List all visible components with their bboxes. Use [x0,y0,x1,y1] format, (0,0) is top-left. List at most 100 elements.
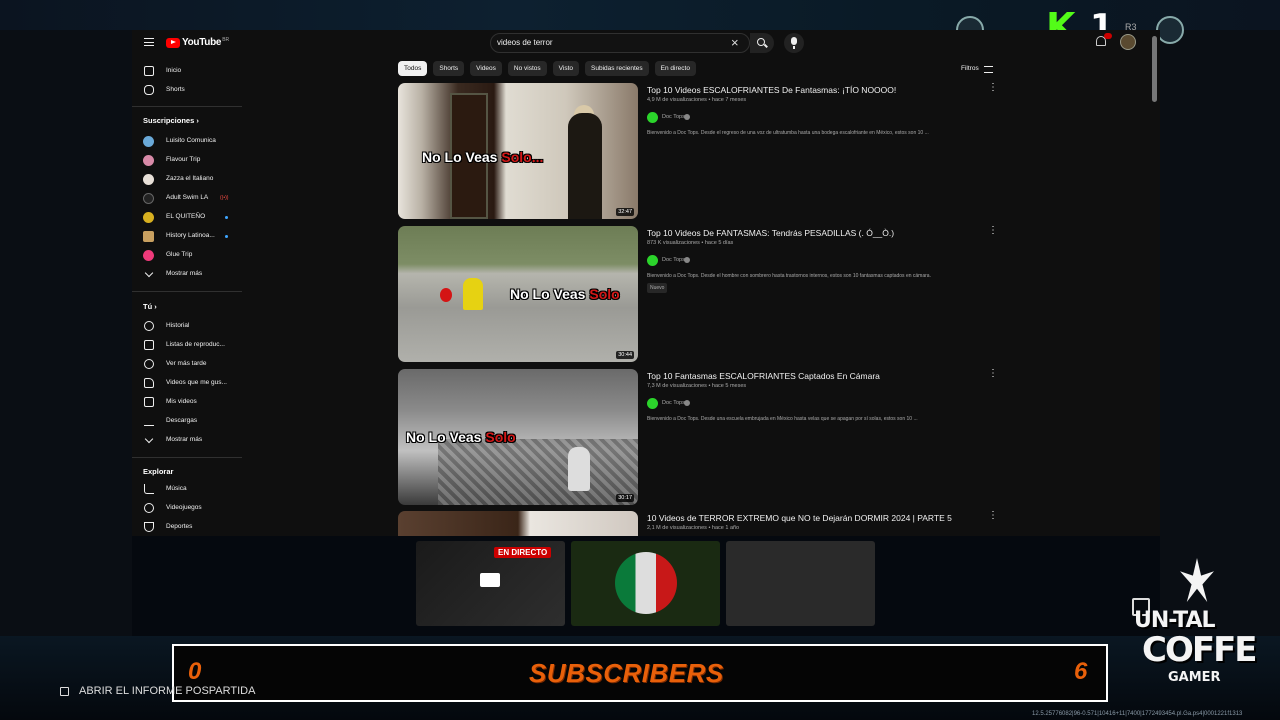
sidebar-item-playlists[interactable]: Listas de reproduc... [132,336,242,354]
new-content-dot [225,216,228,219]
subscription-item[interactable]: EL QUITEÑO [132,208,242,226]
verified-icon [684,114,690,120]
subscription-item[interactable]: History Latinoa... [132,227,242,245]
video-result[interactable]: No Lo Veas Solo 30:44 Top 10 Videos De F… [398,226,998,362]
subscription-item[interactable]: Adult Swim LA ((•)) [132,189,242,207]
video-thumbnail[interactable]: No Lo Veas Solo 30:17 [398,369,638,505]
video-result[interactable]: No Lo Veas Solo 30:17 Top 10 Fantasmas E… [398,369,998,505]
video-result[interactable]: 10 Videos de TERROR EXTREMO que NO te De… [398,511,998,536]
sidebar-item-sports[interactable]: Deportes [132,518,242,536]
mexico-emblem-icon [615,552,677,614]
filters-icon[interactable] [984,66,993,73]
more-options-icon[interactable]: ⋮ [988,226,998,236]
voice-search-button[interactable] [784,33,804,53]
profile-card[interactable] [571,541,720,626]
subscriptions-header[interactable]: Suscripciones › [143,116,199,125]
chip-shorts[interactable]: Shorts [433,61,465,76]
post-match-report-button[interactable]: ABRIR EL INFORME POSPARTIDA [79,685,255,697]
sidebar-item-gaming[interactable]: Videojuegos [132,499,242,517]
subscription-item[interactable]: Luisito Comunica [132,132,242,150]
build-version-text: 12.5.25776082|96-0.571|10416+11|7400|177… [1032,711,1243,717]
live-preview-card[interactable]: EN DIRECTO [416,541,565,626]
sidebar-item-label: Videojuegos [166,504,202,511]
sidebar-item-music[interactable]: Música [132,480,242,498]
chip-videos[interactable]: Videos [470,61,502,76]
thumbnail-caption-main: No Lo Veas [422,149,502,165]
clear-search-icon[interactable]: × [731,35,739,51]
subscriptions-header-label: Suscripciones [143,116,195,125]
sidebar-item-label: Mostrar más [166,436,203,443]
youtube-logo-text: YouTube [182,37,222,48]
channel-name[interactable]: Doc Tops [662,114,685,120]
menu-icon[interactable] [144,38,154,46]
subscription-label: EL QUITEÑO [166,213,206,220]
youtube-country-code: BR [222,36,230,43]
chip-todos[interactable]: Todos [398,61,428,76]
chip-visto[interactable]: Visto [552,61,579,76]
video-title[interactable]: Top 10 Fantasmas ESCALOFRIANTES Captados… [647,371,880,381]
video-result[interactable]: No Lo Veas Solo... 32:47 Top 10 Videos E… [398,83,998,219]
search-icon [757,38,765,46]
sidebar-show-more-subs[interactable]: Mostrar más [132,265,242,283]
channel-name[interactable]: Doc Tops [662,400,685,406]
sidebar-item-watch-later[interactable]: Ver más tarde [132,355,242,373]
search-input[interactable]: videos de terror × [490,33,750,53]
thumbnail-caption: No Lo Veas Solo [510,286,620,302]
thumbs-up-icon [144,378,154,388]
leaf-icon [1180,558,1214,602]
sidebar-item-inicio[interactable]: Inicio [132,62,242,80]
sidebar-item-downloads[interactable]: Descargas [132,412,242,430]
sidebar-divider [132,457,242,458]
channel-name[interactable]: Doc Tops [662,257,685,263]
video-thumbnail[interactable]: No Lo Veas Solo... 32:47 [398,83,638,219]
video-title[interactable]: Top 10 Videos De FANTASMAS: Tendrás PESA… [647,228,894,238]
brand-text-line2: COFFE [1142,630,1258,670]
channel-avatar[interactable] [647,112,658,123]
more-options-icon[interactable]: ⋮ [988,369,998,379]
video-title[interactable]: Top 10 Videos ESCALOFRIANTES De Fantasma… [647,85,896,95]
channel-avatar [143,231,154,242]
you-header[interactable]: Tú › [143,302,157,311]
sidebar-item-label: Videos que me gus... [166,379,227,386]
video-thumbnail[interactable]: No Lo Veas Solo 30:44 [398,226,638,362]
video-meta: 2,1 M de visualizaciones • hace 1 año [647,525,740,531]
subscription-item[interactable]: Zazza el Italiano [132,170,242,188]
page-scrollbar[interactable] [1152,36,1157,102]
sidebar-show-more-you[interactable]: Mostrar más [132,431,242,449]
empty-card[interactable] [726,541,875,626]
sidebar-item-label: Música [166,485,187,492]
chip-subidas-recientes[interactable]: Subidas recientes [585,61,649,76]
sidebar-item-label: Descargas [166,417,198,424]
sidebar-item-historial[interactable]: Historial [132,317,242,335]
sidebar-item-my-videos[interactable]: Mis videos [132,393,242,411]
channel-avatar[interactable] [647,255,658,266]
download-icon [144,416,154,426]
account-avatar[interactable] [1120,34,1136,50]
new-content-dot [225,235,228,238]
chevron-down-icon [144,268,154,278]
subscription-item[interactable]: Flavour Trip [132,151,242,169]
monitor-icon [480,573,500,587]
sidebar-item-liked[interactable]: Videos que me gus... [132,374,242,392]
filters-button[interactable]: Filtros [961,65,979,72]
subscription-item[interactable]: Glue Trip [132,246,242,264]
sidebar-item-label: Ver más tarde [166,360,207,367]
sidebar-item-shorts[interactable]: Shorts [132,81,242,99]
search-button[interactable] [750,33,774,53]
more-options-icon[interactable]: ⋮ [988,83,998,93]
filter-chips: Todos Shorts Videos No vistos Visto Subi… [398,61,696,78]
video-thumbnail[interactable] [398,511,638,536]
notification-badge [1104,33,1112,39]
youtube-logo[interactable]: YouTube BR [166,37,229,48]
thumbnail-caption-accent: Solo... [501,149,544,165]
video-title[interactable]: 10 Videos de TERROR EXTREMO que NO te De… [647,513,952,523]
more-options-icon[interactable]: ⋮ [988,511,998,521]
thumbnail-caption: No Lo Veas Solo [406,429,516,445]
channel-avatar [143,250,154,261]
overlay-top-bar [0,0,1280,32]
subscription-label: Zazza el Italiano [166,175,214,182]
subscription-label: Glue Trip [166,251,193,258]
channel-avatar[interactable] [647,398,658,409]
chip-en-directo[interactable]: En directo [654,61,696,76]
chip-no-vistos[interactable]: No vistos [507,61,547,76]
